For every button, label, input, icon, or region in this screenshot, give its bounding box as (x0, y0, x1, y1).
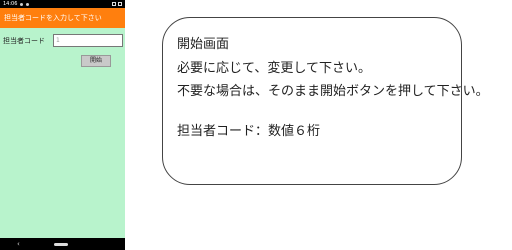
status-bar: 14:06 (0, 0, 125, 8)
staff-code-row: 担当者コード (3, 36, 45, 46)
info-line-2: 不要な場合は、そのまま開始ボタンを押して下さい。 (177, 84, 489, 99)
status-time: 14:06 (3, 1, 18, 7)
info-title: 開始画面 (177, 37, 230, 52)
screen: 14:06 担当者コードを入力して下さい 担当者コード 1 開始 ‹ 開始画面 … (0, 0, 512, 250)
info-line-1: 必要に応じて、変更して下さい。 (177, 61, 371, 76)
info-callout: 開始画面 必要に応じて、変更して下さい。 不要な場合は、そのまま開始ボタンを押し… (162, 17, 489, 185)
info-line-3: 担当者コード：数値６桁 (177, 124, 321, 139)
nav-bar: ‹ (0, 238, 125, 250)
home-icon[interactable] (53, 242, 68, 246)
app-bar-title: 担当者コードを入力して下さい (0, 8, 125, 28)
notification-icon (20, 2, 24, 6)
staff-code-input[interactable]: 1 (53, 34, 123, 47)
start-button[interactable]: 開始 (81, 55, 111, 67)
staff-code-label: 担当者コード (3, 37, 45, 45)
signal-icon (112, 2, 116, 6)
status-right (112, 2, 122, 6)
back-icon[interactable]: ‹ (17, 238, 20, 250)
settings-icon (26, 2, 30, 6)
phone-panel: 14:06 担当者コードを入力して下さい 担当者コード 1 開始 ‹ (0, 0, 125, 250)
battery-icon (118, 2, 122, 6)
